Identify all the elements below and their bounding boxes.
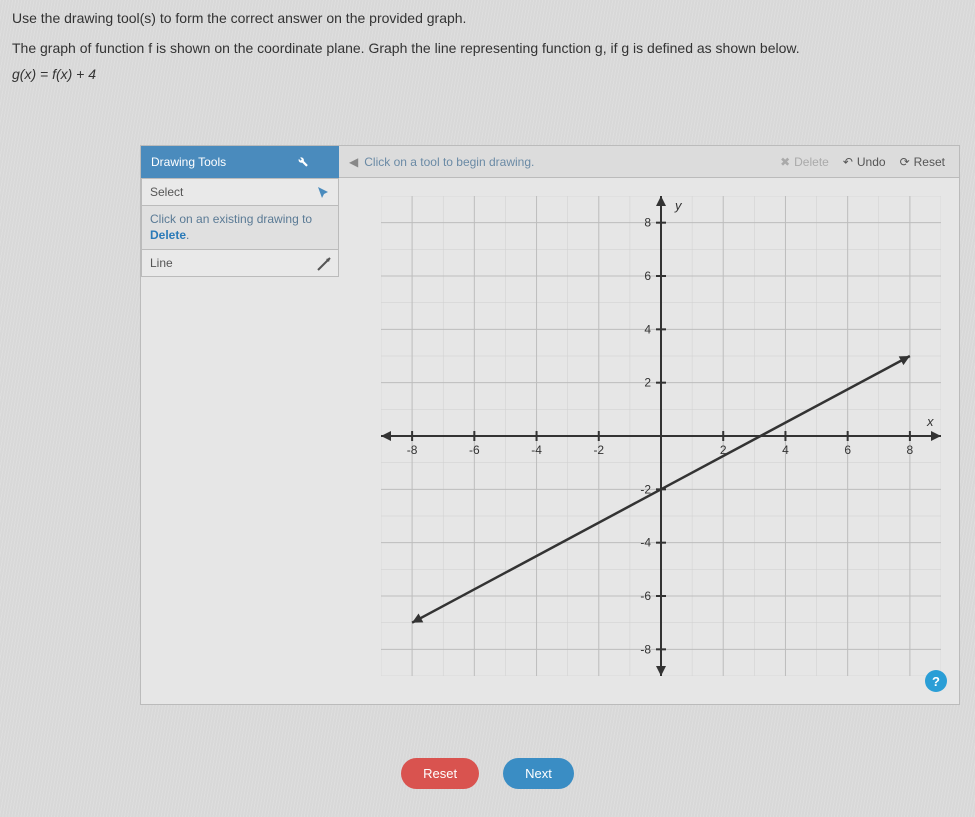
svg-text:8: 8 — [907, 443, 914, 457]
svg-text:-6: -6 — [469, 443, 480, 457]
line-tool[interactable]: Line — [141, 250, 339, 277]
equation: g(x) = f(x) + 4 — [12, 66, 963, 82]
reset-button[interactable]: Reset — [401, 758, 479, 789]
footer: Reset Next — [0, 758, 975, 789]
sidebar: Select Click on an existing drawing to D… — [141, 178, 339, 277]
drawing-panel: Drawing Tools ◀ Click on a tool to begin… — [140, 145, 960, 705]
drawing-tools-header: Drawing Tools — [141, 146, 339, 178]
svg-text:-4: -4 — [640, 536, 651, 550]
delete-button[interactable]: ✖ Delete — [780, 155, 829, 169]
svg-text:-8: -8 — [640, 642, 651, 656]
svg-text:8: 8 — [644, 216, 651, 230]
undo-icon: ↶ — [843, 155, 853, 169]
refresh-icon: ⟳ — [900, 155, 910, 169]
wrench-icon — [295, 154, 309, 171]
toolbar: Drawing Tools ◀ Click on a tool to begin… — [141, 146, 959, 178]
svg-text:-8: -8 — [407, 443, 418, 457]
svg-text:y: y — [674, 198, 683, 213]
instruction-line-2: The graph of function f is shown on the … — [12, 40, 963, 56]
svg-text:6: 6 — [644, 269, 651, 283]
svg-text:4: 4 — [782, 443, 789, 457]
svg-text:-4: -4 — [531, 443, 542, 457]
svg-text:6: 6 — [844, 443, 851, 457]
select-tool[interactable]: Select — [141, 178, 339, 206]
svg-text:x: x — [926, 414, 934, 429]
delete-note: Click on an existing drawing to Delete. — [141, 206, 339, 250]
coordinate-graph[interactable]: -8-6-4-22468-8-6-4-22468yx — [381, 196, 941, 676]
cursor-icon — [316, 185, 332, 201]
x-icon: ✖ — [780, 155, 790, 169]
line-icon — [316, 256, 332, 272]
svg-text:-2: -2 — [593, 443, 604, 457]
svg-text:-6: -6 — [640, 589, 651, 603]
instruction-line-1: Use the drawing tool(s) to form the corr… — [12, 10, 963, 26]
toolbar-hint: ◀ Click on a tool to begin drawing. — [339, 146, 766, 177]
undo-button[interactable]: ↶ Undo — [843, 155, 886, 169]
reset-tool-button[interactable]: ⟳ Reset — [900, 155, 945, 169]
help-button[interactable]: ? — [925, 670, 947, 692]
svg-text:2: 2 — [644, 376, 651, 390]
triangle-left-icon: ◀ — [349, 155, 358, 169]
toolbar-actions: ✖ Delete ↶ Undo ⟳ Reset — [766, 146, 959, 177]
svg-text:4: 4 — [644, 322, 651, 336]
next-button[interactable]: Next — [503, 758, 574, 789]
